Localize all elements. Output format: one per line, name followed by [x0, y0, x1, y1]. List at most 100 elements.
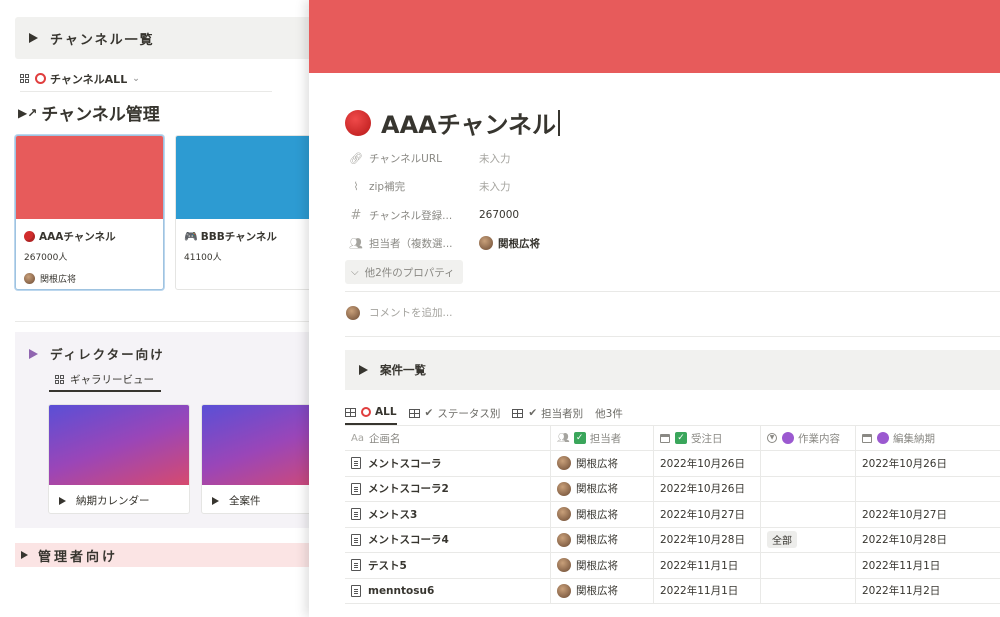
- select-icon: ▼: [767, 433, 777, 443]
- page-peek: AAAチャンネル 🔗︎ チャンネルURL 未入力 ⌇ zip補完 未入力 # チ…: [309, 0, 1000, 617]
- paperclip-icon: ⌇: [353, 179, 359, 193]
- page-icon: [351, 584, 361, 597]
- channel-list-toggle[interactable]: チャンネル一覧: [15, 17, 315, 59]
- table-icon: [408, 408, 420, 418]
- property-name: チャンネルURL: [369, 152, 443, 165]
- tab-label: ステータス別: [437, 407, 501, 420]
- calendar-icon: [660, 433, 670, 443]
- card-title: 🎮 BBBチャンネル: [184, 229, 324, 244]
- channel-card[interactable]: 🎮 BBBチャンネル 41100人: [175, 135, 325, 290]
- table-row[interactable]: メントスコーラ2 関根広将 2022年10月26日: [345, 476, 1000, 502]
- property-row[interactable]: ⌇ zip補完 未入力: [349, 176, 511, 196]
- divider: [345, 291, 1000, 292]
- director-section: ディレクター向け ギャラリービュー 納期カレンダー 全案件: [15, 332, 343, 528]
- channel-card[interactable]: AAAチャンネル 267000人 関根広将: [15, 135, 164, 290]
- page-icon: [351, 508, 361, 521]
- text-type-icon: Aa: [351, 432, 364, 444]
- table-row[interactable]: menntosu6 関根広将 2022年11月1日 2022年11月2日: [345, 578, 1000, 604]
- row-owner: 関根広将: [576, 457, 618, 470]
- row-name[interactable]: テスト5: [368, 558, 407, 573]
- page-icon: [351, 533, 361, 546]
- row-name[interactable]: メントスコーラ4: [368, 532, 449, 547]
- tab-label: 他3件: [595, 407, 623, 420]
- channel-list-label: チャンネル一覧: [50, 32, 155, 48]
- triangle-right-icon[interactable]: [29, 33, 38, 43]
- gallery-icon: [20, 74, 29, 83]
- page-cover: [309, 0, 1000, 73]
- card-name: BBBチャンネル: [200, 231, 277, 243]
- row-order-date: 2022年10月26日: [660, 457, 745, 470]
- table-header: Aa 企画名 👥︎ ✓ 担当者 ✓ 受注日 ▼ 作業内容 編集納期: [345, 425, 1000, 451]
- table-row[interactable]: メントスコーラ4 関根広将 2022年10月28日 全部 2022年10月28日: [345, 527, 1000, 553]
- chevron-down-icon: ⌵: [351, 266, 359, 278]
- gallery-tab-label: ギャラリービュー: [70, 373, 154, 386]
- column-header[interactable]: 編集納期: [856, 426, 1000, 450]
- triangle-right-icon[interactable]: [21, 551, 28, 559]
- row-name[interactable]: メントスコーラ: [368, 456, 442, 471]
- gallery-card[interactable]: 納期カレンダー: [48, 404, 190, 514]
- column-header-label: 作業内容: [798, 432, 840, 445]
- table-icon: [345, 407, 356, 417]
- card-cover: [176, 136, 324, 219]
- column-header[interactable]: 👥︎ ✓ 担当者: [551, 426, 654, 450]
- admin-toggle[interactable]: 管理者向け: [15, 543, 315, 567]
- more-properties-button[interactable]: ⌵ 他2件のプロパティ: [345, 260, 463, 284]
- property-value[interactable]: 関根広将: [498, 236, 540, 251]
- avatar: [557, 583, 571, 598]
- tab-gallery-view[interactable]: ギャラリービュー: [49, 368, 161, 392]
- checkmark-icon: ✔: [528, 407, 538, 419]
- property-row[interactable]: 🔗︎ チャンネルURL 未入力: [349, 148, 511, 168]
- tab-all[interactable]: ALL: [345, 401, 397, 425]
- tab-more[interactable]: 他3件: [595, 401, 623, 425]
- page-title[interactable]: AAAチャンネル: [345, 105, 560, 140]
- red-circle-icon: [24, 231, 35, 242]
- table-row[interactable]: メントス3 関根広将 2022年10月27日 2022年10月27日: [345, 502, 1000, 528]
- column-header[interactable]: ✓ 受注日: [654, 426, 761, 450]
- table-row[interactable]: メントスコーラ 関根広将 2022年10月26日 2022年10月26日: [345, 451, 1000, 477]
- chevron-down-icon[interactable]: ⌄: [132, 74, 140, 84]
- column-header[interactable]: ▼ 作業内容: [761, 426, 856, 450]
- green-check-icon: ✓: [573, 432, 586, 444]
- property-value[interactable]: 未入力: [479, 151, 511, 166]
- property-row[interactable]: 👥︎ 担当者（複数選... 関根広将: [349, 233, 540, 253]
- row-owner: 関根広将: [576, 559, 618, 572]
- table-row[interactable]: テスト5 関根広将 2022年11月1日 2022年11月1日: [345, 553, 1000, 579]
- more-properties-label: 他2件のプロパティ: [364, 266, 455, 279]
- triangle-right-icon[interactable]: [359, 365, 368, 375]
- column-header[interactable]: Aa 企画名: [345, 426, 551, 450]
- director-toggle[interactable]: ディレクター向け: [29, 344, 165, 363]
- view-selector[interactable]: チャンネルALL ⌄: [20, 70, 272, 92]
- calendar-icon: [862, 433, 872, 443]
- row-deadline: 2022年10月27日: [862, 508, 947, 521]
- column-header-label: 編集納期: [893, 432, 935, 445]
- admin-toggle-label: 管理者向け: [38, 549, 119, 565]
- section-title: チャンネル管理: [41, 105, 160, 125]
- property-row[interactable]: # チャンネル登録... 267000: [349, 205, 520, 225]
- row-deadline: 2022年11月2日: [862, 585, 941, 598]
- tab-label: 担当者別: [541, 407, 584, 420]
- tab-status[interactable]: ✔ ステータス別: [408, 401, 501, 425]
- comment-input[interactable]: コメントを追加...: [346, 305, 453, 320]
- tab-owner[interactable]: ✔ 担当者別: [512, 401, 583, 425]
- row-name[interactable]: メントスコーラ2: [368, 481, 449, 496]
- row-name[interactable]: menntosu6: [368, 585, 434, 597]
- link-icon: 🔗︎: [349, 151, 363, 165]
- row-deadline: 2022年10月26日: [862, 457, 947, 470]
- property-value[interactable]: 267000: [479, 209, 519, 221]
- gamepad-icon: 🎮: [184, 230, 198, 243]
- triangle-right-icon: [212, 496, 219, 505]
- row-order-date: 2022年10月27日: [660, 508, 745, 521]
- row-name[interactable]: メントス3: [368, 507, 417, 522]
- page-title-text: AAAチャンネル: [381, 111, 557, 139]
- table-icon: [512, 408, 524, 418]
- triangle-right-icon[interactable]: [29, 348, 38, 359]
- purple-circle-icon: [782, 432, 794, 444]
- card-owner-name: 関根広将: [40, 275, 77, 285]
- property-name: チャンネル登録...: [369, 209, 453, 222]
- avatar: [346, 305, 360, 320]
- left-pane: チャンネル一覧 チャンネルALL ⌄ ▶↗ チャンネル管理 AAAチャンネル 2…: [0, 0, 343, 617]
- property-name: zip補完: [369, 180, 406, 193]
- property-value[interactable]: 未入力: [479, 179, 511, 194]
- cases-table: Aa 企画名 👥︎ ✓ 担当者 ✓ 受注日 ▼ 作業内容 編集納期 メントスコーラ 関根広…: [345, 425, 1000, 604]
- cases-toggle[interactable]: 案件一覧: [345, 350, 1000, 390]
